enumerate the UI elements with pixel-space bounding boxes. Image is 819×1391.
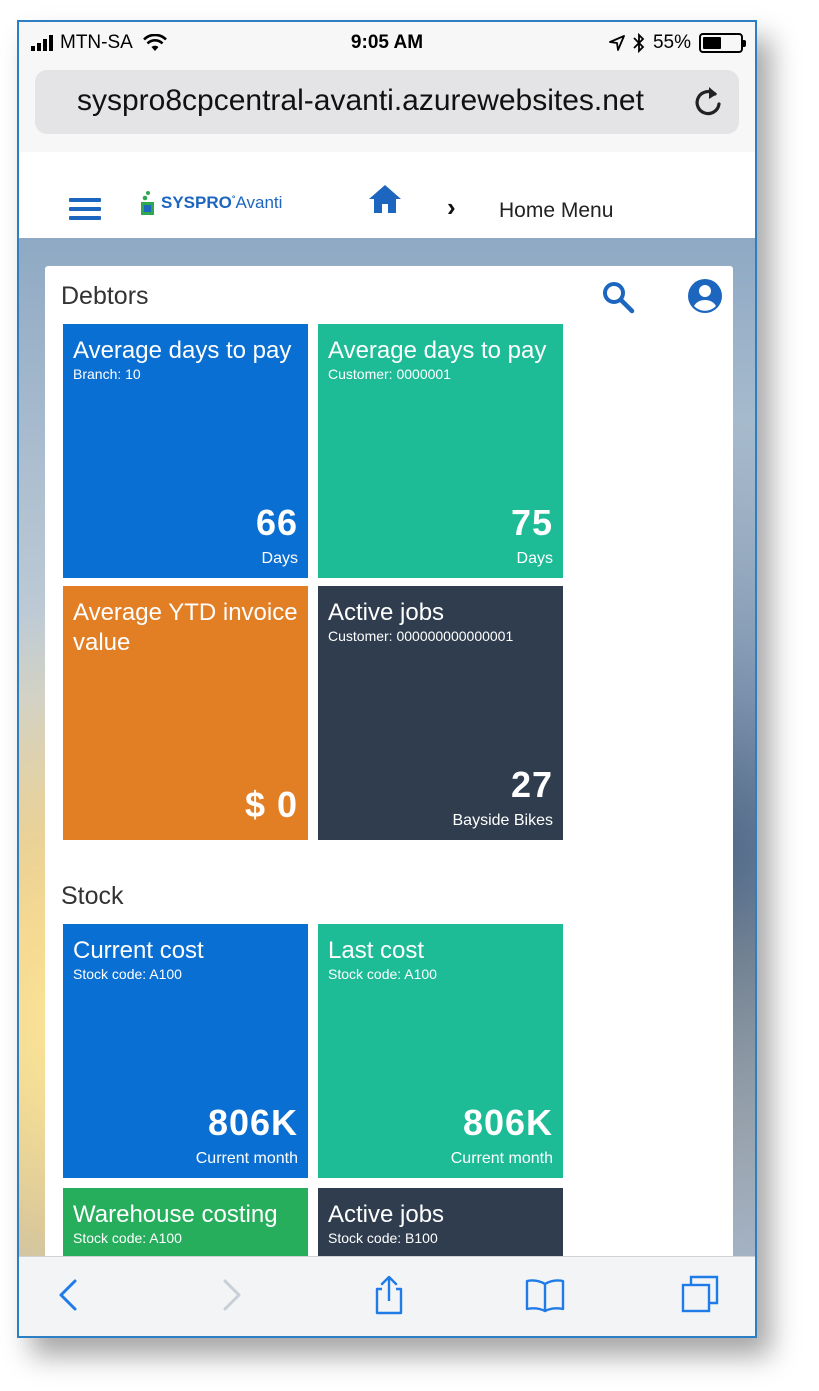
home-icon[interactable] [367,182,403,216]
tile-value: 806K [462,1102,553,1143]
hamburger-menu-icon[interactable] [69,198,101,220]
logo-product: Avanti [235,193,283,212]
tile-subtitle: Stock code: A100 [73,966,182,982]
tile-subtitle: Customer: 000000000000001 [328,628,514,644]
tile-subtitle: Customer: 0000001 [328,366,451,382]
reload-icon[interactable] [691,82,725,120]
tile-value: 27 [510,764,553,805]
bookmarks-icon[interactable] [523,1273,567,1317]
tile-active-jobs-customer[interactable]: Active jobs Customer: 000000000000001 27… [318,586,563,840]
tile-unit: Current month [195,1150,298,1167]
tile-current-cost[interactable]: Current cost Stock code: A100 806K Curre… [63,924,308,1178]
tile-unit: Days [516,550,553,567]
location-arrow-icon [609,35,625,51]
tile-value: 75 [510,502,553,543]
bluetooth-icon [633,33,645,53]
tile-subtitle: Stock code: B100 [328,1230,438,1246]
breadcrumb-chevron-icon: › [447,192,456,222]
tile-title: Average days to pay [328,337,547,364]
url-text[interactable]: syspro8cpcentral-avanti.azurewebsites.ne… [77,84,644,118]
user-account-icon[interactable] [687,278,723,314]
search-icon[interactable] [601,280,635,314]
app-header: SYSPRO°Avanti › Home Menu [19,152,755,238]
tile-subtitle: Stock code: A100 [328,966,437,982]
tile-warehouse-costing[interactable]: Warehouse costing Stock code: A100 [63,1188,308,1266]
status-bar: MTN-SA 9:05 AM 55% [19,22,755,66]
browser-toolbar [19,1256,755,1336]
tile-average-days-to-pay-customer[interactable]: Average days to pay Customer: 0000001 75… [318,324,563,578]
phone-screen: MTN-SA 9:05 AM 55% syspro8cpcentral-avan… [17,20,757,1338]
share-icon[interactable] [367,1273,411,1317]
status-right: 55% [609,32,746,54]
tile-value: 66 [255,502,298,543]
section-title-stock: Stock [61,882,124,910]
section-title-debtors: Debtors [61,282,149,310]
tile-title: Current cost [73,937,204,964]
tile-subtitle: Branch: 10 [73,366,141,382]
tile-value: 806K [207,1102,298,1143]
forward-icon[interactable] [209,1273,253,1317]
browser-chrome: syspro8cpcentral-avanti.azurewebsites.ne… [19,66,755,152]
tile-last-cost[interactable]: Last cost Stock code: A100 806K Current … [318,924,563,1178]
breadcrumb[interactable]: Home Menu [499,199,613,223]
content-panel: Debtors Average days to pay Branch: 10 6… [45,266,733,1266]
back-icon[interactable] [47,1273,91,1317]
tile-title: Average days to pay [73,337,292,364]
logo-brand: SYSPRO [161,193,232,212]
tile-title: Last cost [328,937,425,964]
tile-average-ytd-invoice-value[interactable]: Average YTD invoice value $ 0 [63,586,308,840]
tile-unit: Days [261,550,298,567]
tile-value: $ 0 [244,784,298,825]
address-bar[interactable]: syspro8cpcentral-avanti.azurewebsites.ne… [35,70,739,134]
battery-icon [699,33,746,53]
tile-title: Active jobs [328,599,445,626]
tile-unit: Current month [450,1150,553,1167]
tile-active-jobs-stock[interactable]: Active jobs Stock code: B100 [318,1188,563,1266]
battery-percent: 55% [652,32,691,53]
tile-subtitle: Stock code: A100 [73,1230,182,1246]
syspro-avanti-logo[interactable]: SYSPRO°Avanti [139,190,282,216]
tile-title: Average YTD invoice value [73,599,298,656]
tile-average-days-to-pay-branch[interactable]: Average days to pay Branch: 10 66 Days [63,324,308,578]
tile-title: Warehouse costing [73,1201,278,1228]
logo-mark-icon [141,191,154,215]
tabs-icon[interactable] [679,1273,723,1317]
tile-unit: Bayside Bikes [452,812,554,829]
tile-title: Active jobs [328,1201,445,1228]
